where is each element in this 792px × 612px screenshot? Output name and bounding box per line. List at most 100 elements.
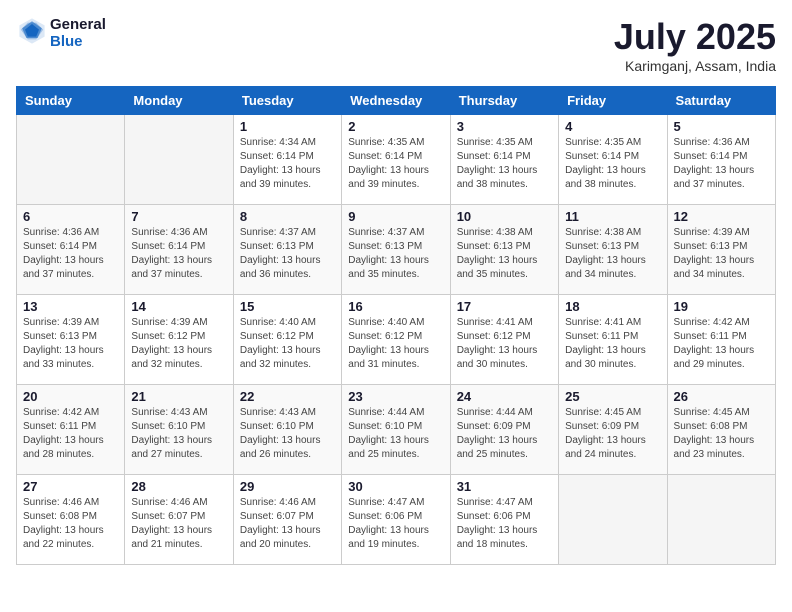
calendar-cell: 13 Sunrise: 4:39 AM Sunset: 6:13 PM Dayli…: [17, 295, 125, 385]
day-info: Sunrise: 4:44 AM Sunset: 6:10 PM Dayligh…: [348, 406, 443, 462]
day-number: 16: [348, 299, 443, 314]
calendar-cell: 4Sunrise: 4:35 AM Sunset: 6:14 PM Daylig…: [559, 115, 667, 205]
calendar-cell: 29Sunrise: 4:46 AM Sunset: 6:07 PM Dayli…: [233, 475, 341, 565]
calendar-cell: 14 Sunrise: 4:39 AM Sunset: 6:12 PM Dayli…: [125, 295, 233, 385]
day-info: Sunrise: 4:39 AM Sunset: 6:13 PM Dayligh…: [674, 226, 769, 282]
day-number: 26: [674, 389, 769, 404]
calendar-week-5: 27Sunrise: 4:46 AM Sunset: 6:08 PM Dayli…: [17, 475, 776, 565]
calendar-cell: 6 Sunrise: 4:36 AM Sunset: 6:14 PM Daylig…: [17, 205, 125, 295]
day-number: 7: [131, 209, 226, 224]
weekday-header-monday: Monday: [125, 87, 233, 115]
weekday-header-tuesday: Tuesday: [233, 87, 341, 115]
day-number: 31: [457, 479, 552, 494]
day-info: Sunrise: 4:44 AM Sunset: 6:09 PM Dayligh…: [457, 406, 552, 462]
calendar-cell: [559, 475, 667, 565]
calendar-cell: 17Sunrise: 4:41 AM Sunset: 6:12 PM Dayli…: [450, 295, 558, 385]
calendar-week-3: 13 Sunrise: 4:39 AM Sunset: 6:13 PM Dayli…: [17, 295, 776, 385]
calendar-week-1: 1 Sunrise: 4:34 AM Sunset: 6:14 PM Daylig…: [17, 115, 776, 205]
day-info: Sunrise: 4:41 AM Sunset: 6:12 PM Dayligh…: [457, 316, 552, 372]
day-info: Sunrise: 4:42 AM Sunset: 6:11 PM Dayligh…: [23, 406, 118, 462]
day-number: 20: [23, 389, 118, 404]
weekday-header-wednesday: Wednesday: [342, 87, 450, 115]
logo-general: General: [50, 16, 106, 33]
day-info: Sunrise: 4:38 AM Sunset: 6:13 PM Dayligh…: [565, 226, 660, 282]
day-number: 9: [348, 209, 443, 224]
calendar-cell: [125, 115, 233, 205]
day-info: Sunrise: 4:39 AM Sunset: 6:13 PM Dayligh…: [23, 316, 118, 372]
day-number: 19: [674, 299, 769, 314]
day-number: 14: [131, 299, 226, 314]
calendar-cell: 27Sunrise: 4:46 AM Sunset: 6:08 PM Dayli…: [17, 475, 125, 565]
weekday-header-row: SundayMondayTuesdayWednesdayThursdayFrid…: [17, 87, 776, 115]
weekday-header-saturday: Saturday: [667, 87, 775, 115]
calendar-cell: 28 Sunrise: 4:46 AM Sunset: 6:07 PM Dayli…: [125, 475, 233, 565]
day-info: Sunrise: 4:42 AM Sunset: 6:11 PM Dayligh…: [674, 316, 769, 372]
logo-blue: Blue: [50, 33, 106, 50]
calendar-table: SundayMondayTuesdayWednesdayThursdayFrid…: [16, 86, 776, 565]
day-number: 25: [565, 389, 660, 404]
day-info: Sunrise: 4:35 AM Sunset: 6:14 PM Dayligh…: [348, 136, 443, 192]
calendar-cell: 7Sunrise: 4:36 AM Sunset: 6:14 PM Daylig…: [125, 205, 233, 295]
day-info: Sunrise: 4:46 AM Sunset: 6:08 PM Dayligh…: [23, 496, 118, 552]
day-info: Sunrise: 4:43 AM Sunset: 6:10 PM Dayligh…: [240, 406, 335, 462]
day-number: 13: [23, 299, 118, 314]
weekday-header-friday: Friday: [559, 87, 667, 115]
day-number: 1: [240, 119, 335, 134]
day-info: Sunrise: 4:47 AM Sunset: 6:06 PM Dayligh…: [348, 496, 443, 552]
day-number: 21: [131, 389, 226, 404]
day-info: Sunrise: 4:36 AM Sunset: 6:14 PM Dayligh…: [23, 226, 118, 282]
day-number: 10: [457, 209, 552, 224]
calendar-cell: 2 Sunrise: 4:35 AM Sunset: 6:14 PM Daylig…: [342, 115, 450, 205]
day-number: 23: [348, 389, 443, 404]
calendar-cell: 20 Sunrise: 4:42 AM Sunset: 6:11 PM Dayli…: [17, 385, 125, 475]
day-number: 28: [131, 479, 226, 494]
calendar-body: 1 Sunrise: 4:34 AM Sunset: 6:14 PM Daylig…: [17, 115, 776, 565]
calendar-cell: 12 Sunrise: 4:39 AM Sunset: 6:13 PM Dayli…: [667, 205, 775, 295]
weekday-header-sunday: Sunday: [17, 87, 125, 115]
calendar-cell: 30 Sunrise: 4:47 AM Sunset: 6:06 PM Dayli…: [342, 475, 450, 565]
calendar-cell: 24Sunrise: 4:44 AM Sunset: 6:09 PM Dayli…: [450, 385, 558, 475]
day-info: Sunrise: 4:39 AM Sunset: 6:12 PM Dayligh…: [131, 316, 226, 372]
day-info: Sunrise: 4:34 AM Sunset: 6:14 PM Dayligh…: [240, 136, 335, 192]
day-number: 6: [23, 209, 118, 224]
day-info: Sunrise: 4:43 AM Sunset: 6:10 PM Dayligh…: [131, 406, 226, 462]
day-number: 2: [348, 119, 443, 134]
calendar-cell: [667, 475, 775, 565]
day-number: 3: [457, 119, 552, 134]
logo-icon: [18, 17, 46, 45]
calendar-week-2: 6 Sunrise: 4:36 AM Sunset: 6:14 PM Daylig…: [17, 205, 776, 295]
calendar-cell: 22Sunrise: 4:43 AM Sunset: 6:10 PM Dayli…: [233, 385, 341, 475]
calendar-cell: 15 Sunrise: 4:40 AM Sunset: 6:12 PM Dayli…: [233, 295, 341, 385]
calendar-cell: 25 Sunrise: 4:45 AM Sunset: 6:09 PM Dayli…: [559, 385, 667, 475]
day-number: 15: [240, 299, 335, 314]
day-number: 12: [674, 209, 769, 224]
weekday-header-thursday: Thursday: [450, 87, 558, 115]
page-header: General Blue July 2025 Karimganj, Assam,…: [16, 16, 776, 74]
calendar-cell: 18 Sunrise: 4:41 AM Sunset: 6:11 PM Dayli…: [559, 295, 667, 385]
day-info: Sunrise: 4:45 AM Sunset: 6:08 PM Dayligh…: [674, 406, 769, 462]
calendar-cell: [17, 115, 125, 205]
calendar-cell: 11Sunrise: 4:38 AM Sunset: 6:13 PM Dayli…: [559, 205, 667, 295]
calendar-cell: 1 Sunrise: 4:34 AM Sunset: 6:14 PM Daylig…: [233, 115, 341, 205]
location: Karimganj, Assam, India: [614, 58, 776, 74]
title-block: July 2025 Karimganj, Assam, India: [614, 16, 776, 74]
day-info: Sunrise: 4:45 AM Sunset: 6:09 PM Dayligh…: [565, 406, 660, 462]
day-number: 5: [674, 119, 769, 134]
day-number: 30: [348, 479, 443, 494]
day-info: Sunrise: 4:47 AM Sunset: 6:06 PM Dayligh…: [457, 496, 552, 552]
day-info: Sunrise: 4:36 AM Sunset: 6:14 PM Dayligh…: [674, 136, 769, 192]
day-info: Sunrise: 4:41 AM Sunset: 6:11 PM Dayligh…: [565, 316, 660, 372]
calendar-cell: 5 Sunrise: 4:36 AM Sunset: 6:14 PM Daylig…: [667, 115, 775, 205]
day-number: 8: [240, 209, 335, 224]
day-info: Sunrise: 4:35 AM Sunset: 6:14 PM Dayligh…: [565, 136, 660, 192]
day-info: Sunrise: 4:40 AM Sunset: 6:12 PM Dayligh…: [240, 316, 335, 372]
day-number: 29: [240, 479, 335, 494]
day-number: 18: [565, 299, 660, 314]
calendar-cell: 19 Sunrise: 4:42 AM Sunset: 6:11 PM Dayli…: [667, 295, 775, 385]
calendar-cell: 31 Sunrise: 4:47 AM Sunset: 6:06 PM Dayli…: [450, 475, 558, 565]
month-title: July 2025: [614, 16, 776, 58]
day-info: Sunrise: 4:38 AM Sunset: 6:13 PM Dayligh…: [457, 226, 552, 282]
day-info: Sunrise: 4:37 AM Sunset: 6:13 PM Dayligh…: [348, 226, 443, 282]
day-info: Sunrise: 4:46 AM Sunset: 6:07 PM Dayligh…: [131, 496, 226, 552]
calendar-cell: 9 Sunrise: 4:37 AM Sunset: 6:13 PM Daylig…: [342, 205, 450, 295]
